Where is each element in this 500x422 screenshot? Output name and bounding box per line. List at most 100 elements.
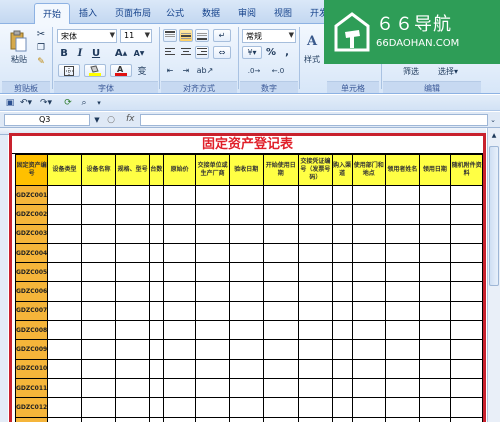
table-cell[interactable] [418, 300, 452, 322]
table-cell[interactable] [298, 320, 333, 341]
table-cell[interactable] [262, 204, 300, 225]
table-cell[interactable] [47, 242, 82, 264]
table-cell[interactable] [148, 339, 164, 360]
header-cell[interactable]: 购入渠道 [331, 154, 353, 186]
orientation-icon[interactable]: ab↗ [195, 64, 215, 77]
table-cell[interactable] [80, 204, 117, 225]
undo-icon[interactable]: ↶▾ [18, 97, 34, 109]
table-cell[interactable] [298, 204, 333, 225]
table-cell[interactable] [262, 397, 300, 418]
header-cell[interactable]: 设备类型 [47, 154, 82, 186]
table-cell[interactable] [385, 397, 420, 418]
table-cell[interactable] [228, 397, 264, 418]
wrap-text-icon[interactable]: ↵ [213, 29, 231, 42]
table-cell[interactable] [418, 320, 452, 341]
asset-code-cell[interactable]: GDZC009 [14, 339, 49, 360]
table-cell[interactable] [418, 242, 452, 264]
table-cell[interactable] [47, 281, 82, 302]
table-cell[interactable] [351, 300, 387, 322]
table-cell[interactable] [385, 339, 420, 360]
table-cell[interactable] [450, 358, 483, 379]
increase-decimal-icon[interactable]: .0→ [244, 64, 264, 77]
grow-font-icon[interactable]: A ▲ [114, 47, 128, 60]
table-cell[interactable] [162, 320, 197, 341]
table-cell[interactable] [115, 204, 150, 225]
table-cell[interactable] [418, 184, 452, 206]
table-cell[interactable] [80, 416, 117, 422]
table-cell[interactable] [262, 184, 300, 206]
table-cell[interactable] [162, 281, 197, 302]
header-cell[interactable]: 台数 [148, 154, 164, 186]
refresh-icon[interactable]: ⟳ [62, 97, 74, 109]
table-cell[interactable] [385, 300, 420, 322]
copy-icon[interactable]: ❐ [34, 42, 48, 54]
table-cell[interactable] [195, 223, 230, 244]
table-cell[interactable] [418, 358, 452, 379]
table-cell[interactable] [195, 262, 230, 283]
table-cell[interactable] [115, 262, 150, 283]
table-cell[interactable] [262, 262, 300, 283]
table-cell[interactable] [195, 281, 230, 302]
table-cell[interactable] [450, 339, 483, 360]
table-cell[interactable] [195, 242, 230, 264]
table-cell[interactable] [228, 223, 264, 244]
table-cell[interactable] [450, 242, 483, 264]
table-cell[interactable] [47, 262, 82, 283]
table-cell[interactable] [47, 300, 82, 322]
table-cell[interactable] [115, 320, 150, 341]
table-cell[interactable] [162, 377, 197, 399]
comma-style-icon[interactable]: , [280, 46, 294, 59]
table-cell[interactable] [162, 397, 197, 418]
worksheet[interactable]: 固定资产登记表 固定资产编号 设备类型 设备名称 规格、型号 台数 原始价 交接… [0, 128, 500, 422]
table-cell[interactable] [450, 397, 483, 418]
currency-icon[interactable]: ¥▾ [242, 46, 262, 59]
table-cell[interactable] [351, 339, 387, 360]
table-cell[interactable] [148, 377, 164, 399]
underline-button[interactable]: U [90, 47, 102, 60]
table-cell[interactable] [262, 242, 300, 264]
asset-code-cell[interactable]: GDZC004 [14, 242, 49, 264]
table-cell[interactable] [262, 377, 300, 399]
decrease-indent-icon[interactable]: ⇤ [163, 64, 177, 77]
shrink-font-icon[interactable]: A ▼ [132, 47, 146, 60]
scroll-up-icon[interactable]: ▲ [489, 130, 499, 140]
table-cell[interactable] [47, 377, 82, 399]
table-cell[interactable] [262, 358, 300, 379]
table-cell[interactable] [115, 223, 150, 244]
tab-formulas[interactable]: 公式 [166, 6, 184, 19]
table-cell[interactable] [450, 262, 483, 283]
table-cell[interactable] [331, 204, 353, 225]
asset-code-cell[interactable]: GDZC008 [14, 320, 49, 341]
table-cell[interactable] [298, 300, 333, 322]
table-cell[interactable] [450, 223, 483, 244]
table-cell[interactable] [80, 397, 117, 418]
table-cell[interactable] [351, 320, 387, 341]
styles-button[interactable]: A [302, 29, 324, 51]
asset-code-cell[interactable]: GDZC010 [14, 358, 49, 379]
asset-code-cell[interactable]: GDZC005 [14, 262, 49, 283]
customize-toolbar-icon[interactable]: ▾ [94, 97, 104, 109]
table-cell[interactable] [148, 320, 164, 341]
tab-home[interactable]: 开始 [34, 3, 71, 25]
sort-filter-button[interactable]: 筛选 [395, 65, 427, 77]
chevron-down-icon[interactable]: ▼ [92, 114, 102, 126]
table-cell[interactable] [331, 397, 353, 418]
table-cell[interactable] [298, 339, 333, 360]
table-cell[interactable] [148, 416, 164, 422]
table-cell[interactable] [351, 223, 387, 244]
asset-code-cell[interactable]: GDZC012 [14, 397, 49, 418]
table-cell[interactable] [385, 358, 420, 379]
table-cell[interactable] [80, 300, 117, 322]
table-cell[interactable] [298, 358, 333, 379]
table-cell[interactable] [262, 339, 300, 360]
asset-code-cell[interactable]: GDZC011 [14, 377, 49, 399]
table-cell[interactable] [331, 242, 353, 264]
scroll-thumb[interactable] [489, 146, 499, 286]
table-cell[interactable] [418, 397, 452, 418]
table-cell[interactable] [228, 339, 264, 360]
table-cell[interactable] [47, 204, 82, 225]
asset-code-cell[interactable]: GDZC002 [14, 204, 49, 225]
table-cell[interactable] [262, 281, 300, 302]
table-cell[interactable] [162, 184, 197, 206]
table-cell[interactable] [162, 204, 197, 225]
